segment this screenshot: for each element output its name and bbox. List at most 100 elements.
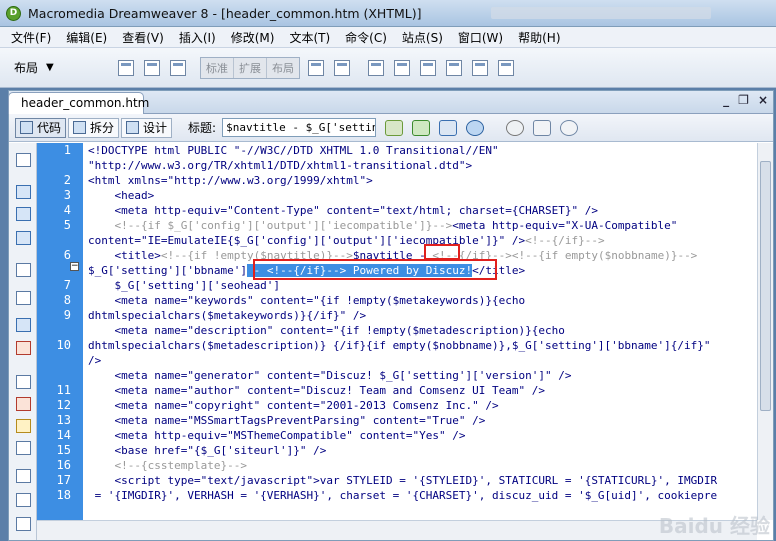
split-view-button[interactable]: 拆分 <box>68 117 120 138</box>
outdent-code-icon[interactable] <box>16 493 31 507</box>
code-line[interactable]: dhtmlspecialchars($metakeywords)}{/if}" … <box>88 308 366 323</box>
apply-comment-icon[interactable] <box>16 375 31 389</box>
menu-view[interactable]: 查看(V) <box>117 29 169 46</box>
code-line[interactable]: <meta name="keywords" content="{if !empt… <box>88 293 525 308</box>
menu-file[interactable]: 文件(F) <box>6 29 56 46</box>
menu-help[interactable]: 帮助(H) <box>513 29 565 46</box>
validate-icon[interactable] <box>385 119 404 136</box>
code-line[interactable]: <meta name="author" content="Discuz! Tea… <box>88 383 544 398</box>
code-token: <script type="text/javascript">var STYLE… <box>88 474 718 487</box>
line-number: 7 <box>63 278 71 292</box>
code-token: $_G['setting']['bbname'] <box>88 264 247 277</box>
layout-cell-icon[interactable] <box>334 59 350 76</box>
recent-snippets-icon[interactable] <box>16 441 31 455</box>
layer-icon[interactable] <box>170 59 186 76</box>
line-number: 11 <box>56 383 71 397</box>
menu-commands[interactable]: 命令(C) <box>340 29 392 46</box>
file-management-icon[interactable] <box>439 119 458 136</box>
code-view-button[interactable]: 代码 <box>15 117 67 138</box>
code-editor[interactable]: <!DOCTYPE html PUBLIC "-//W3C//DTD XHTML… <box>88 143 756 520</box>
menu-site[interactable]: 站点(S) <box>397 29 448 46</box>
insert-row-below-icon[interactable] <box>394 59 410 76</box>
design-view-button[interactable]: 设计 <box>121 117 173 138</box>
menu-insert[interactable]: 插入(I) <box>174 29 221 46</box>
collapse-toggle-icon[interactable]: − <box>70 262 79 271</box>
layout-table-icon[interactable] <box>308 59 324 76</box>
document-tab[interactable]: header_common.htm <box>8 92 149 114</box>
menu-edit[interactable]: 编辑(E) <box>61 29 112 46</box>
menu-text[interactable]: 文本(T) <box>284 29 335 46</box>
highlight-invalid-code-icon[interactable] <box>16 341 31 355</box>
collapse-selection-icon[interactable] <box>16 207 31 221</box>
code-token: <title> <box>88 249 161 262</box>
line-number: 6 <box>63 248 71 262</box>
code-line[interactable]: <!--{csstemplate}--> <box>88 458 246 473</box>
line-number: 3 <box>63 188 71 202</box>
table-icon[interactable] <box>118 59 134 76</box>
code-line[interactable]: <meta name="MSSmartTagsPreventParsing" c… <box>88 413 485 428</box>
code-line[interactable]: <meta name="generator" content="Discuz! … <box>88 368 571 383</box>
layout-category-dropdown[interactable]: 布局 ▼ <box>14 59 84 76</box>
scrollbar-thumb[interactable] <box>760 161 771 411</box>
wrap-tag-icon[interactable] <box>16 419 31 433</box>
select-parent-tag-icon[interactable] <box>16 263 31 277</box>
code-line[interactable]: <base href="{$_G['siteurl']}" /> <box>88 443 326 458</box>
line-number: 17 <box>56 473 71 487</box>
title-input[interactable]: $navtitle - $_G['setting <box>222 118 377 137</box>
close-icon[interactable]: × <box>758 93 768 107</box>
frames-icon[interactable] <box>472 59 488 76</box>
layout-mode-button[interactable]: 布局 <box>267 58 299 78</box>
minimize-icon[interactable]: _ <box>723 93 729 107</box>
code-line[interactable]: content="IE=EmulateIE{$_G['config']['out… <box>88 233 605 248</box>
code-line[interactable]: <script type="text/javascript">var STYLE… <box>88 473 717 488</box>
code-line[interactable]: <!DOCTYPE html PUBLIC "-//W3C//DTD XHTML… <box>88 143 499 158</box>
standard-mode-button[interactable]: 标准 <box>201 57 234 78</box>
code-line[interactable]: <!--{if $_G['config']['output']['iecompa… <box>88 218 677 233</box>
code-line[interactable]: <head> <box>88 188 154 203</box>
code-line[interactable]: <html xmlns="http://www.w3.org/1999/xhtm… <box>88 173 373 188</box>
code-line[interactable]: "http://www.w3.org/TR/xhtml1/DTD/xhtml1-… <box>88 158 472 173</box>
insert-table-icon[interactable] <box>144 59 160 76</box>
code-line[interactable]: = '{IMGDIR}', VERHASH = '{VERHASH}', cha… <box>88 488 718 503</box>
menu-modify[interactable]: 修改(M) <box>226 29 280 46</box>
collapse-full-tag-icon[interactable] <box>16 185 31 199</box>
code-line[interactable]: <meta http-equiv="MSThemeCompatible" con… <box>88 428 465 443</box>
visual-aids-icon[interactable] <box>560 119 579 136</box>
format-source-icon[interactable] <box>16 517 31 531</box>
restore-icon[interactable]: ❐ <box>738 93 749 107</box>
expanded-mode-button[interactable]: 扩展 <box>234 57 267 78</box>
insert-column-right-icon[interactable] <box>446 59 462 76</box>
insert-row-above-icon[interactable] <box>368 59 384 76</box>
code-token: <meta http-equiv="X-UA-Compatible" <box>452 219 678 232</box>
vertical-scrollbar[interactable] <box>757 143 773 520</box>
layout-mode-switch: 标准 扩展 布局 <box>200 56 300 79</box>
code-token: <head> <box>88 189 155 202</box>
code-line[interactable]: <meta http-equiv="Content-Type" content=… <box>88 203 597 218</box>
line-numbers-icon[interactable] <box>16 318 31 332</box>
preview-browser-icon[interactable] <box>466 119 485 136</box>
open-documents-icon[interactable] <box>16 153 31 167</box>
tabular-data-icon[interactable] <box>498 59 514 76</box>
balance-braces-icon[interactable] <box>16 291 31 305</box>
view-options-icon[interactable] <box>533 119 552 136</box>
remove-comment-icon[interactable] <box>16 397 31 411</box>
code-line[interactable]: <meta name="copyright" content="2001-201… <box>88 398 498 413</box>
code-line[interactable]: /> <box>88 353 101 368</box>
code-line[interactable]: dhtmlspecialchars($metadescription)} {/i… <box>88 338 711 353</box>
code-line[interactable]: <meta name="description" content="{if !e… <box>88 323 564 338</box>
split-view-icon <box>73 121 87 134</box>
debug-icon[interactable] <box>412 119 431 136</box>
horizontal-scrollbar[interactable] <box>37 520 757 540</box>
refresh-icon[interactable] <box>506 119 525 136</box>
insert-column-left-icon[interactable] <box>420 59 436 76</box>
code-view-label: 代码 <box>37 121 62 135</box>
title-bar: D Macromedia Dreamweaver 8 - [header_com… <box>0 0 776 27</box>
indent-code-icon[interactable] <box>16 469 31 483</box>
code-line[interactable]: $_G['setting']['seohead'] <box>88 278 280 293</box>
highlight-box-dash <box>424 244 460 260</box>
menu-window[interactable]: 窗口(W) <box>453 29 508 46</box>
layout-category-label: 布局 <box>14 61 39 75</box>
expand-all-icon[interactable] <box>16 231 31 245</box>
insert-toolbar: 布局 ▼ 标准 扩展 布局 <box>0 48 776 88</box>
code-token: <!--{if $_G['config']['output']['iecompa… <box>88 219 453 232</box>
